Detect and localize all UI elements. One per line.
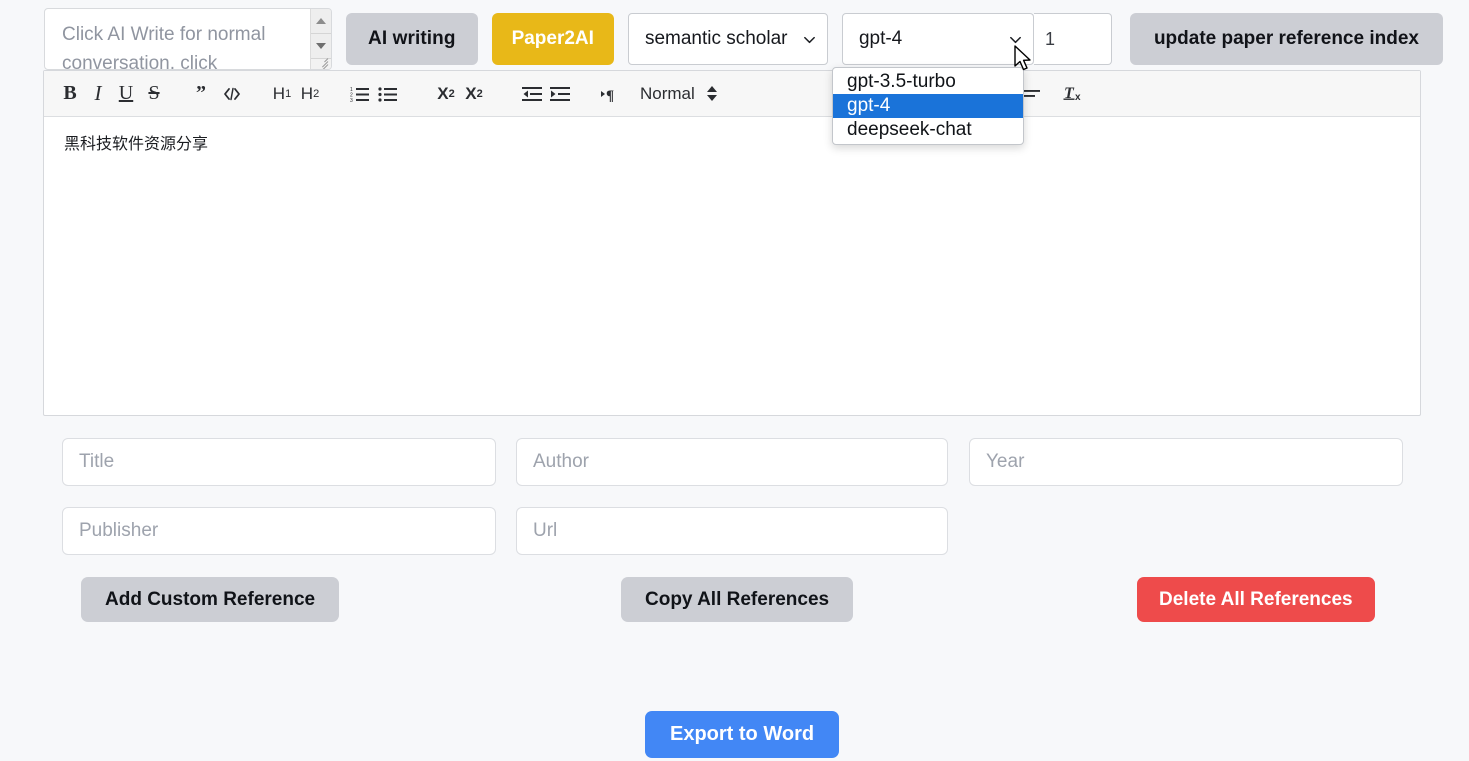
copy-all-references-button[interactable]: Copy All References: [621, 577, 853, 622]
model-select[interactable]: gpt-4: [842, 13, 1034, 65]
heading-1-button[interactable]: H1: [268, 79, 296, 109]
svg-text:3: 3: [350, 98, 353, 102]
chevron-down-icon: [1008, 32, 1023, 47]
h1-label: H: [273, 84, 285, 104]
ordered-list-button[interactable]: 1 2 3: [346, 79, 374, 109]
model-dropdown-list[interactable]: gpt-3.5-turbo gpt-4 deepseek-chat: [832, 67, 1024, 145]
reference-publisher-input[interactable]: [62, 507, 496, 555]
indent-icon: [550, 86, 570, 102]
editor-toolbar: B I U S ” H1 H2 1 2: [44, 71, 1420, 117]
resize-grip-icon[interactable]: [315, 54, 329, 68]
indent-button[interactable]: [546, 79, 574, 109]
dropdown-option-gpt-4[interactable]: gpt-4: [833, 94, 1023, 118]
top-toolbar: Click AI Write for normal conversation, …: [44, 8, 1421, 70]
updown-chevron-icon: [707, 86, 717, 101]
model-select-value: gpt-4: [859, 28, 902, 50]
bullet-list-icon: [378, 86, 398, 102]
superscript-n-label: 2: [477, 88, 483, 100]
source-select-value: semantic scholar: [645, 28, 788, 50]
paper2ai-button[interactable]: Paper2AI: [492, 13, 614, 65]
code-block-button[interactable]: [218, 79, 246, 109]
block-style-select[interactable]: Normal: [634, 79, 723, 109]
svg-text:x: x: [1075, 92, 1081, 102]
underline-button[interactable]: U: [112, 79, 140, 109]
code-icon: [222, 87, 242, 101]
update-paper-reference-index-button[interactable]: update paper reference index: [1130, 13, 1443, 65]
h2-sub-label: 2: [313, 88, 319, 100]
outdent-button[interactable]: [518, 79, 546, 109]
italic-button[interactable]: I: [84, 79, 112, 109]
subscript-n-label: 2: [449, 88, 455, 100]
triangle-down-icon: [316, 43, 326, 49]
delete-all-references-button[interactable]: Delete All References: [1137, 577, 1375, 622]
svg-text:”: ”: [196, 86, 206, 102]
heading-2-button[interactable]: H2: [296, 79, 324, 109]
editor-content[interactable]: 黑科技软件资源分享: [44, 117, 1420, 415]
blockquote-button[interactable]: ”: [190, 79, 218, 109]
subscript-button[interactable]: X2: [432, 79, 460, 109]
spinner-up-button[interactable]: [311, 9, 331, 34]
h1-sub-label: 1: [285, 88, 291, 100]
svg-text:¶: ¶: [606, 88, 614, 102]
outdent-icon: [522, 86, 542, 102]
paragraph-direction-icon: ¶: [600, 86, 620, 102]
source-select[interactable]: semantic scholar: [628, 13, 828, 65]
chevron-down-icon: [802, 32, 817, 47]
resize-area[interactable]: [311, 59, 331, 69]
add-custom-reference-button[interactable]: Add Custom Reference: [81, 577, 339, 622]
triangle-up-icon: [316, 18, 326, 24]
reference-title-input[interactable]: [62, 438, 496, 486]
prompt-spinner[interactable]: [310, 9, 331, 69]
quote-icon: ”: [195, 86, 213, 102]
clear-formatting-button[interactable]: T x: [1059, 79, 1089, 109]
reference-author-input[interactable]: [516, 438, 948, 486]
bold-button[interactable]: B: [56, 79, 84, 109]
app-root: Click AI Write for normal conversation, …: [0, 0, 1469, 761]
prompt-placeholder-text: Click AI Write for normal conversation, …: [62, 20, 312, 70]
clear-format-icon: T x: [1063, 85, 1085, 102]
h2-label: H: [301, 84, 313, 104]
text-direction-button[interactable]: ¶: [596, 79, 624, 109]
export-to-word-button[interactable]: Export to Word: [645, 711, 839, 758]
superscript-x-label: X: [465, 84, 476, 104]
dropdown-option-gpt-3-5-turbo[interactable]: gpt-3.5-turbo: [833, 70, 1023, 94]
prompt-textarea-wrapper[interactable]: Click AI Write for normal conversation, …: [44, 8, 332, 70]
block-style-value: Normal: [640, 84, 695, 104]
strikethrough-button[interactable]: S: [140, 79, 168, 109]
align-left-icon: [1021, 87, 1041, 101]
reference-year-input[interactable]: [969, 438, 1403, 486]
subscript-x-label: X: [437, 84, 448, 104]
superscript-button[interactable]: X2: [460, 79, 488, 109]
reference-count-input[interactable]: [1034, 13, 1112, 65]
reference-url-input[interactable]: [516, 507, 948, 555]
editor-card: B I U S ” H1 H2 1 2: [43, 70, 1421, 416]
bullet-list-button[interactable]: [374, 79, 402, 109]
ordered-list-icon: 1 2 3: [350, 86, 370, 102]
ai-writing-button[interactable]: AI writing: [346, 13, 478, 65]
dropdown-option-deepseek-chat[interactable]: deepseek-chat: [833, 118, 1023, 142]
